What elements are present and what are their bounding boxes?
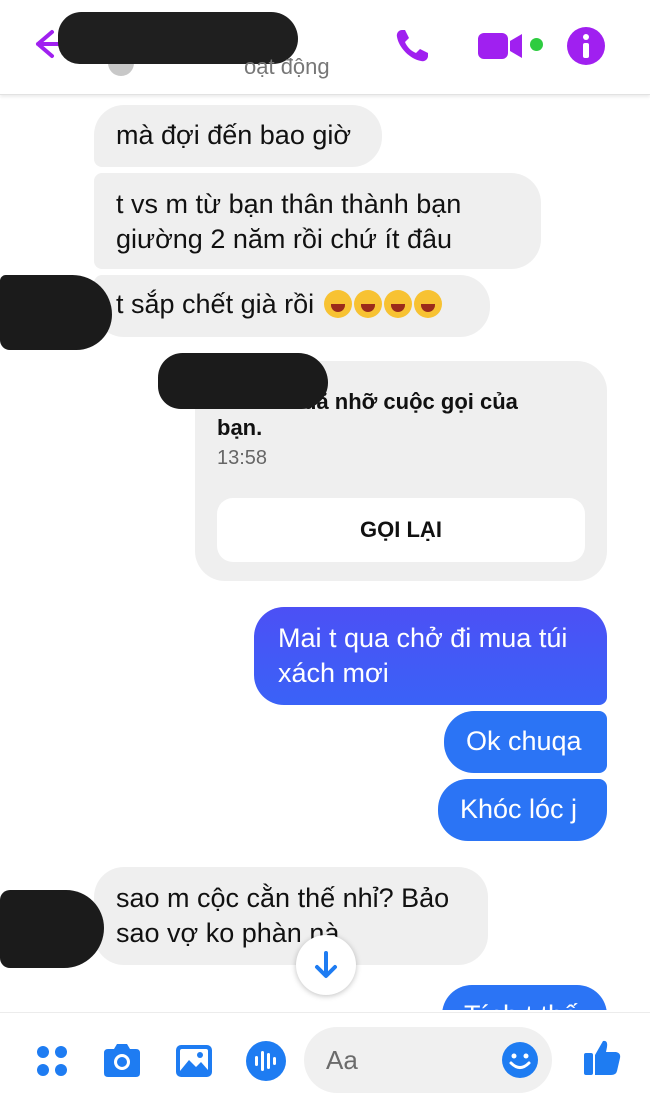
- phone-icon[interactable]: [390, 24, 434, 68]
- info-icon[interactable]: [564, 24, 608, 68]
- camera-icon[interactable]: [100, 1039, 144, 1083]
- message-text: Ok chuqa: [466, 726, 582, 756]
- video-camera-icon[interactable]: [476, 24, 536, 68]
- message-text: t sắp chết già rồi: [116, 289, 315, 319]
- message-incoming[interactable]: mà đợi đến bao giờ: [94, 105, 382, 167]
- message-list[interactable]: mà đợi đến bao giờ t vs m từ bạn thân th…: [0, 95, 650, 1010]
- message-incoming[interactable]: t vs m từ bạn thân thành bạn giường 2 nă…: [94, 173, 541, 269]
- image-icon[interactable]: [172, 1039, 216, 1083]
- microphone-icon[interactable]: [244, 1039, 288, 1083]
- message-input-container[interactable]: [304, 1027, 552, 1093]
- message-text: sao m cộc cằn thế nhỉ? Bảo sao vợ ko phà…: [116, 883, 450, 948]
- chat-header: oạt động: [0, 0, 650, 95]
- crying-face-icon: [413, 290, 442, 318]
- crying-face-icon: [383, 290, 412, 318]
- message-outgoing[interactable]: Ok chuqa: [444, 711, 607, 773]
- scroll-down-button[interactable]: [296, 935, 356, 995]
- arrow-down-icon: [315, 951, 337, 978]
- missed-call-time: 13:58: [217, 447, 268, 469]
- redacted-avatar: [0, 275, 112, 350]
- call-back-button[interactable]: GỌI LẠI: [217, 498, 585, 562]
- message-incoming[interactable]: t sắp chết già rồi: [94, 275, 490, 337]
- redacted-avatar: [0, 890, 104, 968]
- message-text: Mai t qua chở đi mua túi xách mơi: [278, 623, 568, 688]
- emoji-icon[interactable]: [500, 1040, 540, 1080]
- message-text: Khóc lóc j: [460, 794, 578, 824]
- message-incoming[interactable]: sao m cộc cằn thế nhỉ? Bảo sao vợ ko phà…: [94, 867, 488, 965]
- message-text: mà đợi đến bao giờ: [116, 120, 352, 150]
- online-indicator: [530, 38, 543, 51]
- crying-face-icon: [323, 290, 352, 318]
- crying-face-icon: [353, 290, 382, 318]
- message-input[interactable]: [326, 1041, 496, 1079]
- missed-call-title: đã nhỡ cuộc gọi của: [303, 389, 518, 414]
- message-outgoing[interactable]: Mai t qua chở đi mua túi xách mơi: [254, 607, 607, 705]
- contact-status: oạt động: [244, 54, 330, 79]
- message-outgoing[interactable]: Tính t thế: [442, 985, 607, 1010]
- thumbs-up-icon[interactable]: [580, 1035, 624, 1079]
- missed-call-title-cont: bạn.: [217, 415, 263, 440]
- message-text: t vs m từ bạn thân thành bạn giường 2 nă…: [116, 189, 462, 254]
- message-outgoing[interactable]: Khóc lóc j: [438, 779, 607, 841]
- redacted-name: [158, 353, 328, 409]
- apps-grid-icon[interactable]: [30, 1039, 74, 1083]
- message-text: Tính t thế: [464, 1000, 578, 1010]
- composer-bar: [0, 1012, 650, 1106]
